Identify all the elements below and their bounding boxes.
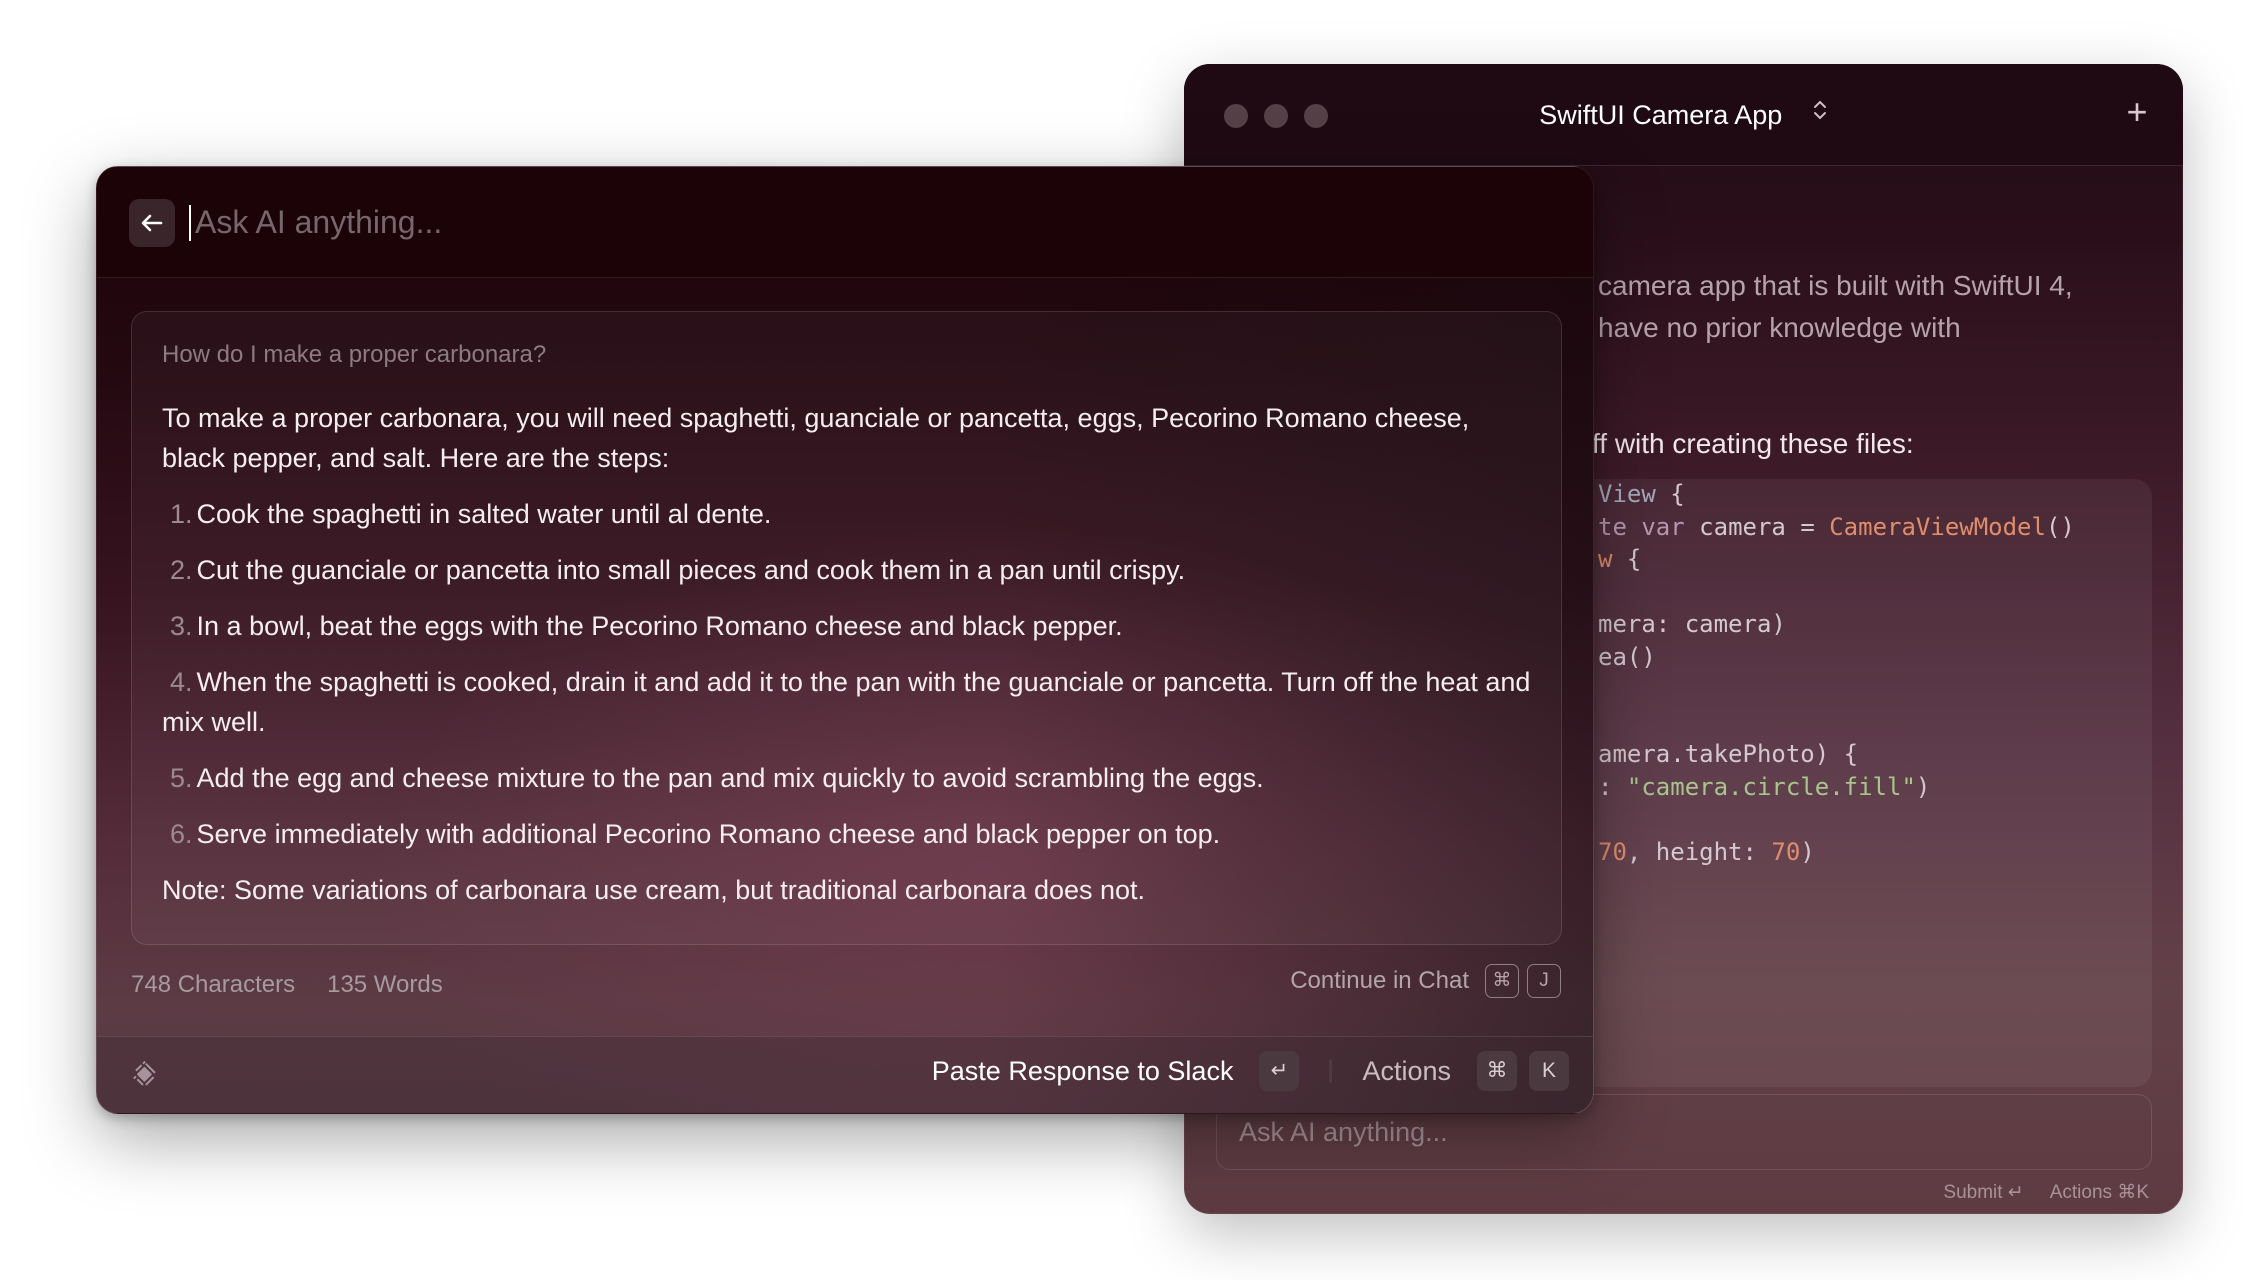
chat-message-text: camera app that is built with SwiftUI 4,… (1598, 270, 2073, 343)
response-stats: 748 Characters 135 Words (131, 971, 443, 999)
list-item: 1. Cook the spaghetti in salted water unt… (170, 499, 772, 529)
code-line: amera.takePhoto) { (1598, 738, 2075, 771)
code-token: CameraViewModel (1829, 512, 2046, 541)
code-token: amera.takePhoto) { (1598, 740, 1859, 768)
code-token: camera = (1684, 512, 1830, 541)
code-token: ea() (1598, 642, 1656, 671)
code-token: : (1598, 772, 1627, 801)
word-count: 135 Words (327, 971, 443, 998)
j-key: J (1527, 964, 1561, 998)
code-line: View { (1598, 478, 2075, 511)
chat-response-text: ff with creating these files: (1592, 428, 1914, 459)
code-line: 70, height: 70) (1598, 836, 2075, 869)
command-key-icon: ⌘ (1485, 964, 1519, 998)
ask-ai-input[interactable] (195, 197, 1495, 247)
character-count: 748 Characters (131, 971, 296, 998)
question-text: How do I make a proper carbonara? (162, 341, 547, 368)
search-bar (97, 167, 1593, 278)
chat-window-titlebar: SwiftUI Camera App + (1184, 64, 2183, 166)
continue-in-chat-label: Continue in Chat (1290, 967, 1469, 994)
chevron-up-down-icon (1812, 98, 1828, 128)
chat-input-placeholder: Ask AI anything... (1239, 1117, 1448, 1147)
chat-title-switcher[interactable]: SwiftUI Camera App (1184, 98, 2183, 131)
command-key-icon: ⌘ (1477, 1051, 1517, 1091)
list-item: 3. In a bowl, beat the eggs with the Peco… (170, 611, 1123, 641)
actions-button[interactable]: Actions (1362, 1056, 1451, 1087)
response-note: Note: Some variations of carbonara use c… (162, 875, 1146, 905)
code-token: ) (1915, 772, 1931, 801)
code-token: 70 (1598, 837, 1627, 866)
list-item: 6. Serve immediately with additional Peco… (170, 819, 1221, 849)
k-key: K (1529, 1051, 1569, 1091)
paste-to-slack-button[interactable]: Paste Response to Slack (932, 1056, 1234, 1087)
code-token: { (1612, 545, 1642, 573)
response-card: How do I make a proper carbonara? To mak… (131, 311, 1562, 945)
list-item: 4. When the spaghetti is cooked, drain it… (162, 667, 1531, 737)
chat-title: SwiftUI Camera App (1539, 100, 1783, 130)
text-cursor (189, 205, 191, 241)
chat-footer: Submit ↵ Actions ⌘K (1943, 1181, 2149, 1204)
code-line: mera: camera) (1598, 608, 2075, 641)
list-item: 2. Cut the guanciale or pancetta into sma… (170, 555, 1186, 585)
raycast-logo-icon (133, 1060, 156, 1086)
code-token: mera: camera) (1598, 610, 1786, 638)
code-token: w (1598, 545, 1613, 573)
response-intro: To make a proper carbonara, you will nee… (162, 403, 1470, 473)
code-token: "camera.circle.fill" (1626, 772, 1916, 801)
new-chat-button[interactable]: + (2117, 92, 2157, 132)
arrow-left-icon (141, 214, 163, 232)
continue-in-chat-button[interactable]: Continue in Chat ⌘ J (1290, 964, 1561, 998)
code-token: () (2045, 512, 2075, 541)
divider (1329, 1059, 1333, 1083)
plus-icon: + (2126, 91, 2148, 132)
code-token: te (1598, 512, 1642, 541)
footer-actions: Paste Response to Slack ↵ Actions ⌘ K (932, 1051, 1569, 1091)
list-item: 5. Add the egg and cheese mixture to the … (170, 763, 1264, 793)
quick-ai-window: How do I make a proper carbonara? To mak… (96, 166, 1594, 1114)
chat-actions-button[interactable]: Actions ⌘K (2050, 1181, 2149, 1204)
steps-list: 1. Cook the spaghetti in salted water unt… (162, 494, 1531, 854)
code-line: w { (1598, 543, 2075, 576)
code-content: View {te var camera = CameraViewModel() w… (1598, 478, 2075, 868)
code-token: 70 (1771, 837, 1801, 866)
back-button[interactable] (129, 199, 175, 247)
code-token: { (1655, 480, 1685, 508)
code-token: var (1641, 512, 1685, 541)
return-key-icon: ↵ (1259, 1051, 1300, 1091)
code-line: : "camera.circle.fill") (1598, 771, 2075, 804)
code-token: ) (1800, 837, 1815, 866)
action-bar: Paste Response to Slack ↵ Actions ⌘ K (97, 1036, 1593, 1113)
code-token: , height: (1626, 837, 1772, 866)
code-token: View (1598, 480, 1656, 508)
code-line: te var camera = CameraViewModel() (1598, 511, 2075, 544)
submit-button[interactable]: Submit ↵ (1943, 1181, 2023, 1204)
code-line: ea() (1598, 641, 2075, 674)
response-body: To make a proper carbonara, you will nee… (162, 398, 1531, 910)
